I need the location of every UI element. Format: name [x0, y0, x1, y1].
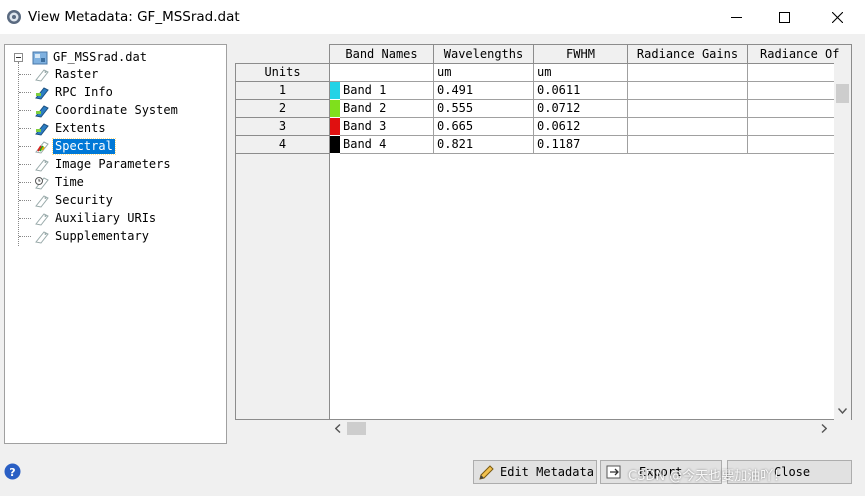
- column-header-wavelengths[interactable]: Wavelengths: [434, 45, 534, 64]
- row-header-column: Units 1 2 3 4: [235, 63, 330, 420]
- edit-metadata-label: Edit Metadata: [500, 465, 594, 479]
- units-cell[interactable]: [628, 64, 748, 82]
- wavelength-cell[interactable]: 0.821: [434, 136, 534, 154]
- units-cell[interactable]: um: [434, 64, 534, 82]
- band-color-swatch: [330, 136, 340, 153]
- column-header-radiance-offsets[interactable]: Radiance Of: [748, 45, 851, 64]
- tag-blank-icon: [35, 212, 49, 226]
- close-icon: [831, 11, 843, 23]
- minimize-button[interactable]: [713, 0, 759, 34]
- horizontal-scrollbar[interactable]: [329, 420, 834, 437]
- column-header-radiance-gains[interactable]: Radiance Gains: [628, 45, 748, 64]
- radiance-gain-cell[interactable]: [628, 82, 748, 100]
- tree-item-rpc-info[interactable]: RPC Info: [19, 84, 115, 101]
- vertical-scrollbar[interactable]: [834, 63, 851, 420]
- fwhm-cell[interactable]: 0.0611: [534, 82, 628, 100]
- wavelength-cell[interactable]: 0.665: [434, 118, 534, 136]
- band-color-swatch: [330, 100, 340, 117]
- tag-blank-icon: [35, 194, 49, 208]
- tag-filled-icon: [35, 122, 49, 136]
- scroll-left-arrow[interactable]: [329, 420, 346, 437]
- tree-item-spectral[interactable]: Spectral: [19, 138, 116, 155]
- row-header[interactable]: 3: [236, 118, 329, 136]
- band-name-cell[interactable]: Band 4: [340, 136, 434, 154]
- maximize-icon: [778, 11, 790, 23]
- band-name-cell[interactable]: Band 2: [340, 100, 434, 118]
- wavelength-cell[interactable]: 0.555: [434, 100, 534, 118]
- edit-metadata-button[interactable]: Edit Metadata: [473, 460, 597, 484]
- envi-gear-icon: [7, 10, 21, 24]
- radiance-gain-cell[interactable]: [628, 136, 748, 154]
- tree-item-security[interactable]: Security: [19, 192, 115, 209]
- wavelength-cell[interactable]: 0.491: [434, 82, 534, 100]
- radiance-gain-cell[interactable]: [628, 118, 748, 136]
- scroll-right-arrow[interactable]: [815, 420, 832, 437]
- band-color-swatch: [330, 82, 340, 99]
- close-window-button[interactable]: [814, 0, 860, 34]
- chevron-down-icon: [838, 407, 847, 414]
- svg-text:?: ?: [9, 466, 15, 479]
- tag-color-icon: [35, 140, 49, 154]
- band-name-cell[interactable]: Band 3: [340, 118, 434, 136]
- help-icon[interactable]: ?: [4, 463, 21, 480]
- tag-clock-icon: [35, 176, 49, 190]
- export-icon: [606, 465, 621, 479]
- tag-filled-icon: [35, 104, 49, 118]
- radiance-gain-cell[interactable]: [628, 100, 748, 118]
- chevron-left-icon: [334, 424, 340, 433]
- scroll-down-arrow[interactable]: [834, 402, 851, 419]
- units-row-header: Units: [236, 64, 329, 82]
- row-header[interactable]: 4: [236, 136, 329, 154]
- minimize-icon: [730, 16, 742, 18]
- tag-filled-icon: [35, 86, 49, 100]
- grid-data-area: Band Names Wavelengths FWHM Radiance Gai…: [329, 44, 852, 420]
- tree-item-extents[interactable]: Extents: [19, 120, 108, 137]
- tag-blank-icon: [35, 158, 49, 172]
- tree-item-raster[interactable]: Raster: [19, 66, 100, 83]
- tree-item-time[interactable]: Time: [19, 174, 86, 191]
- column-header-fwhm[interactable]: FWHM: [534, 45, 628, 64]
- band-color-swatch: [330, 118, 340, 135]
- tree-item-coordinate-system[interactable]: Coordinate System: [19, 102, 180, 119]
- window-title: View Metadata: GF_MSSrad.dat: [28, 9, 240, 25]
- row-header[interactable]: 2: [236, 100, 329, 118]
- units-cell[interactable]: um: [534, 64, 628, 82]
- collapse-toggle[interactable]: [14, 53, 23, 62]
- tag-blank-icon: [35, 230, 49, 244]
- tree-item-auxiliary-uris[interactable]: Auxiliary URIs: [19, 210, 158, 227]
- fwhm-cell[interactable]: 0.0712: [534, 100, 628, 118]
- raster-file-icon: [32, 51, 48, 64]
- fwhm-cell[interactable]: 0.0612: [534, 118, 628, 136]
- tree-item-supplementary[interactable]: Supplementary: [19, 228, 151, 245]
- tree-item-image-parameters[interactable]: Image Parameters: [19, 156, 173, 173]
- fwhm-cell[interactable]: 0.1187: [534, 136, 628, 154]
- units-cell[interactable]: [330, 64, 434, 82]
- spectral-grid: Units 1 2 3 4 Band Names Wavelengths FWH…: [235, 44, 852, 438]
- row-header[interactable]: 1: [236, 82, 329, 100]
- tree-root[interactable]: GF_MSSrad.dat: [31, 49, 149, 66]
- title-bar: View Metadata: GF_MSSrad.dat: [0, 0, 865, 34]
- pencil-icon: [479, 465, 494, 480]
- metadata-tree[interactable]: GF_MSSrad.dat Raster RPC Info Coordinate…: [4, 44, 227, 444]
- band-name-cell[interactable]: Band 1: [340, 82, 434, 100]
- chevron-right-icon: [821, 424, 827, 433]
- watermark: CSDN @今天也要加油吖！: [628, 469, 787, 484]
- maximize-button[interactable]: [761, 0, 807, 34]
- horizontal-scroll-thumb[interactable]: [347, 422, 366, 435]
- column-header-band-names[interactable]: Band Names: [330, 45, 434, 64]
- vertical-scroll-thumb[interactable]: [836, 84, 849, 103]
- tree-root-label: GF_MSSrad.dat: [53, 50, 147, 64]
- tag-blank-icon: [35, 68, 49, 82]
